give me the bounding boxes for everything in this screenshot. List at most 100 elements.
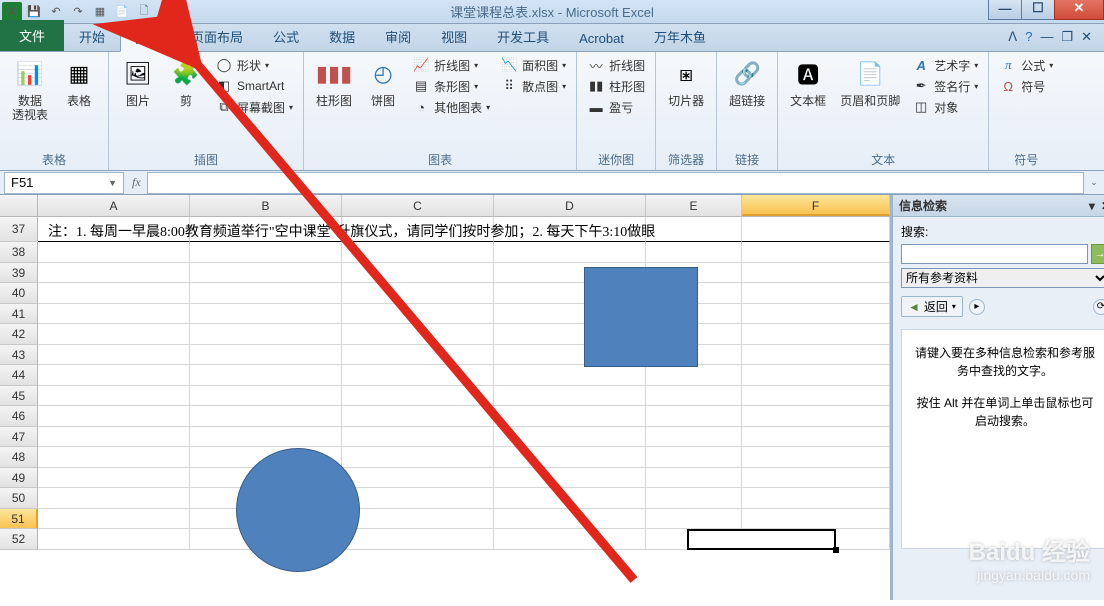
cell[interactable] bbox=[342, 345, 494, 366]
cell[interactable] bbox=[38, 324, 190, 345]
cell[interactable] bbox=[742, 283, 890, 304]
cell[interactable] bbox=[190, 386, 342, 407]
cell[interactable] bbox=[342, 529, 494, 550]
tab-acrobat[interactable]: Acrobat bbox=[564, 25, 639, 51]
shape-rectangle[interactable] bbox=[584, 267, 698, 367]
cell[interactable] bbox=[342, 509, 494, 530]
spark-column-button[interactable]: ▮▮柱形图 bbox=[583, 76, 649, 96]
select-all-corner[interactable] bbox=[0, 195, 38, 216]
active-cell[interactable] bbox=[687, 529, 836, 550]
forward-button[interactable]: ▸ bbox=[969, 299, 985, 315]
cell[interactable] bbox=[742, 406, 890, 427]
cell[interactable] bbox=[190, 427, 342, 448]
help-icon[interactable]: ? bbox=[1025, 29, 1032, 45]
row-header[interactable]: 41 bbox=[0, 304, 38, 325]
cell[interactable] bbox=[190, 365, 342, 386]
cell[interactable] bbox=[494, 242, 646, 263]
tab-file[interactable]: 文件 bbox=[0, 20, 64, 51]
row-header[interactable]: 52 bbox=[0, 529, 38, 550]
tab-developer[interactable]: 开发工具 bbox=[482, 21, 564, 51]
cell[interactable] bbox=[190, 324, 342, 345]
smartart-button[interactable]: ◧SmartArt bbox=[211, 76, 297, 96]
qat-dropdown-icon[interactable]: ▼ bbox=[156, 2, 176, 22]
cell[interactable] bbox=[38, 304, 190, 325]
spark-line-button[interactable]: 〰折线图 bbox=[583, 55, 649, 75]
cell[interactable] bbox=[646, 406, 742, 427]
table-button[interactable]: ▦表格 bbox=[56, 55, 102, 110]
wordart-button[interactable]: A艺术字 ▾ bbox=[908, 55, 982, 75]
cell[interactable] bbox=[342, 406, 494, 427]
cell[interactable] bbox=[342, 386, 494, 407]
cell[interactable] bbox=[342, 263, 494, 284]
cell[interactable] bbox=[342, 488, 494, 509]
stop-button[interactable]: ⟳ bbox=[1093, 299, 1104, 315]
cell[interactable] bbox=[646, 468, 742, 489]
cell[interactable] bbox=[494, 468, 646, 489]
cell[interactable] bbox=[38, 365, 190, 386]
screenshot-button[interactable]: ⧉屏幕截图 ▾ bbox=[211, 97, 297, 117]
qat-icon[interactable]: ▦ bbox=[90, 2, 110, 22]
namebox-dropdown-icon[interactable]: ▼ bbox=[108, 178, 117, 188]
cell[interactable] bbox=[190, 345, 342, 366]
cell[interactable] bbox=[38, 386, 190, 407]
cell[interactable] bbox=[190, 283, 342, 304]
search-input[interactable] bbox=[901, 244, 1088, 264]
tab-review[interactable]: 审阅 bbox=[370, 21, 426, 51]
save-icon[interactable]: 💾 bbox=[24, 2, 44, 22]
row-header[interactable]: 44 bbox=[0, 365, 38, 386]
row-header[interactable]: 51 bbox=[0, 509, 38, 530]
scatter-chart-button[interactable]: ⠿散点图 ▾ bbox=[496, 76, 570, 96]
undo-icon[interactable]: ↶ bbox=[46, 2, 66, 22]
col-header-c[interactable]: C bbox=[342, 195, 494, 216]
formula-input[interactable] bbox=[147, 172, 1084, 194]
cell[interactable] bbox=[494, 447, 646, 468]
cell[interactable] bbox=[646, 509, 742, 530]
clipart-button[interactable]: 🧩剪 bbox=[163, 55, 209, 110]
headerfooter-button[interactable]: 📄页眉和页脚 bbox=[834, 55, 906, 110]
symbol-button[interactable]: Ω符号 bbox=[995, 76, 1057, 96]
fbar-expand-icon[interactable]: ⌄ bbox=[1084, 177, 1104, 188]
row-header[interactable]: 37 bbox=[0, 217, 38, 242]
row-header[interactable]: 39 bbox=[0, 263, 38, 284]
cell[interactable] bbox=[342, 242, 494, 263]
cell[interactable] bbox=[494, 488, 646, 509]
cell[interactable] bbox=[38, 242, 190, 263]
cell[interactable] bbox=[742, 263, 890, 284]
close-button[interactable]: ✕ bbox=[1054, 0, 1104, 20]
tab-formulas[interactable]: 公式 bbox=[258, 21, 314, 51]
cell[interactable] bbox=[742, 242, 890, 263]
cell[interactable] bbox=[38, 427, 190, 448]
ribbon-min-icon[interactable]: ᐱ bbox=[1008, 29, 1017, 45]
cell[interactable] bbox=[342, 365, 494, 386]
reference-select[interactable]: 所有参考资料 bbox=[901, 268, 1104, 288]
cell[interactable] bbox=[342, 427, 494, 448]
qat-icon-3[interactable]: 🗋 bbox=[134, 2, 154, 22]
cell[interactable] bbox=[38, 283, 190, 304]
row-header[interactable]: 40 bbox=[0, 283, 38, 304]
spark-winloss-button[interactable]: ▬盈亏 bbox=[583, 97, 649, 117]
fill-handle[interactable] bbox=[833, 547, 839, 553]
cell[interactable] bbox=[190, 406, 342, 427]
shape-circle[interactable] bbox=[236, 448, 360, 572]
slicer-button[interactable]: ⧆切片器 bbox=[662, 55, 710, 110]
col-header-e[interactable]: E bbox=[646, 195, 742, 216]
cell[interactable] bbox=[742, 427, 890, 448]
cell[interactable] bbox=[190, 242, 342, 263]
col-header-d[interactable]: D bbox=[494, 195, 646, 216]
row-header[interactable]: 48 bbox=[0, 447, 38, 468]
tab-insert[interactable]: 插入 bbox=[120, 22, 176, 52]
cell[interactable] bbox=[38, 468, 190, 489]
cell[interactable] bbox=[742, 345, 890, 366]
qat-icon-2[interactable]: 📄 bbox=[112, 2, 132, 22]
cell[interactable] bbox=[190, 304, 342, 325]
cell[interactable] bbox=[342, 324, 494, 345]
row-header[interactable]: 49 bbox=[0, 468, 38, 489]
cell[interactable] bbox=[646, 242, 742, 263]
cell[interactable] bbox=[742, 304, 890, 325]
cell[interactable] bbox=[742, 488, 890, 509]
tab-view[interactable]: 视图 bbox=[426, 21, 482, 51]
cell[interactable] bbox=[38, 488, 190, 509]
spreadsheet-grid[interactable]: A B C D E F 3738394041424344454647484950… bbox=[0, 195, 891, 600]
shapes-button[interactable]: ◯形状 ▾ bbox=[211, 55, 297, 75]
cell[interactable] bbox=[494, 509, 646, 530]
